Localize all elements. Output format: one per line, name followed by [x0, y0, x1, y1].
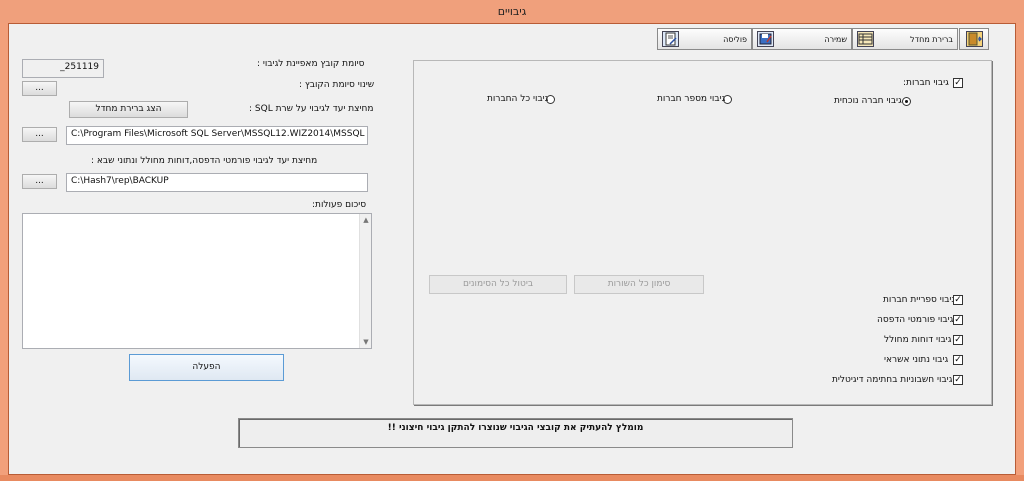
forms-path-input[interactable]: C:\Hash7\rep\BACKUP	[66, 173, 368, 192]
exit-door-icon	[965, 31, 983, 47]
file-suffix-field: _251119	[22, 59, 104, 78]
browse-label: ...	[35, 129, 44, 139]
default-button-label: ברירת מחדל	[910, 34, 953, 44]
option-label-generator-reports: גיבוי דוחות מחולל	[884, 335, 952, 345]
summary-textarea[interactable]: ▲ ▼	[22, 213, 372, 349]
taskbar	[0, 475, 1024, 481]
option-label-companies-library: גיבוי ספריית חברות	[883, 295, 956, 305]
radio-all-companies-label: גיבוי כל החברות	[487, 94, 549, 104]
option-checkbox-generator-reports[interactable]: ✓	[953, 335, 963, 345]
sql-path-value: C:\Program Files\Microsoft SQL Server\MS…	[71, 129, 365, 139]
option-label-print-formats: גיבוי פורמטי הדפסה	[877, 315, 954, 325]
radio-several-companies-label: גיבוי מספר חברות	[657, 94, 726, 104]
default-button[interactable]: ברירת מחדל	[852, 28, 958, 50]
run-button[interactable]: הפעלה	[129, 354, 284, 381]
companies-backup-label: גיבוי חברות:	[903, 78, 949, 88]
companies-backup-checkbox[interactable]: ✓	[953, 78, 963, 88]
forms-path-value: C:\Hash7\rep\BACKUP	[71, 176, 169, 186]
save-disk-icon	[757, 31, 774, 47]
option-checkbox-credit-data[interactable]: ✓	[953, 355, 963, 365]
clear-all-marks-button[interactable]: ביטול כל הסימונים	[429, 275, 567, 294]
summary-label: סיכום פעולות:	[312, 200, 367, 210]
exit-button[interactable]	[959, 28, 989, 50]
run-button-label: הפעלה	[192, 362, 221, 372]
forms-path-label: מחיצת יעד לגיבוי פורמטי הדפסה,דוחות מחול…	[91, 156, 318, 166]
footer-message-box: מומלץ להעתיק את קובצי הגיבוי שנוצרו להתק…	[238, 418, 793, 448]
policy-document-icon	[662, 31, 679, 47]
footer-message: מומלץ להעתיק את קובצי הגיבוי שנוצרו להתק…	[387, 423, 644, 433]
summary-scrollbar[interactable]: ▲ ▼	[359, 214, 371, 348]
save-button[interactable]: שמירה	[752, 28, 852, 50]
mark-all-rows-button[interactable]: סימון כל השורות	[574, 275, 704, 294]
save-button-label: שמירה	[824, 34, 847, 44]
option-label-credit-data: גיבוי נתוני אשראי	[884, 355, 949, 365]
browse-label: ...	[35, 83, 44, 93]
options-panel: גיבוי חברות: ✓ גיבוי חברה נוכחית גיבוי מ…	[413, 60, 992, 405]
sql-path-browse-button[interactable]: ...	[22, 127, 57, 142]
scroll-down-icon[interactable]: ▼	[360, 336, 371, 348]
file-suffix-label: סיומת קובץ מאפיינת לגיבוי :	[257, 59, 365, 69]
show-default-label: הצג ברירת מחדל	[95, 104, 162, 114]
option-checkbox-digital-invoices[interactable]: ✓	[953, 375, 963, 385]
option-checkbox-companies-library[interactable]: ✓	[953, 295, 963, 305]
scroll-up-icon[interactable]: ▲	[360, 214, 371, 226]
policy-button[interactable]: פוליסה	[657, 28, 752, 50]
forms-path-browse-button[interactable]: ...	[22, 174, 57, 189]
clear-all-label: ביטול כל הסימונים	[462, 279, 534, 289]
title-bar: גיבויים	[0, 0, 1024, 23]
file-suffix-value: _251119	[60, 62, 99, 72]
sql-path-label: מחיצת יעד לגיבוי על שרת SQL :	[249, 104, 374, 114]
option-label-digital-invoices: גיבוי חשבוניות בחתימה דיגיטלית	[832, 375, 953, 385]
window-title: גיבויים	[497, 5, 527, 18]
radio-current-company[interactable]	[902, 97, 911, 106]
change-suffix-label: שינוי סיומת הקובץ :	[299, 80, 375, 90]
sql-path-input[interactable]: C:\Program Files\Microsoft SQL Server\MS…	[66, 126, 368, 145]
radio-current-company-label: גיבוי חברה נוכחית	[834, 96, 902, 106]
browse-label: ...	[35, 176, 44, 186]
table-icon	[857, 31, 874, 47]
policy-button-label: פוליסה	[723, 34, 747, 44]
option-checkbox-print-formats[interactable]: ✓	[953, 315, 963, 325]
show-default-button[interactable]: הצג ברירת מחדל	[69, 101, 188, 118]
main-window: ברירת מחדל שמירה פוליסה _251119 סיומת קו…	[8, 23, 1016, 475]
change-suffix-browse-button[interactable]: ...	[22, 81, 57, 96]
mark-all-label: סימון כל השורות	[607, 279, 671, 289]
